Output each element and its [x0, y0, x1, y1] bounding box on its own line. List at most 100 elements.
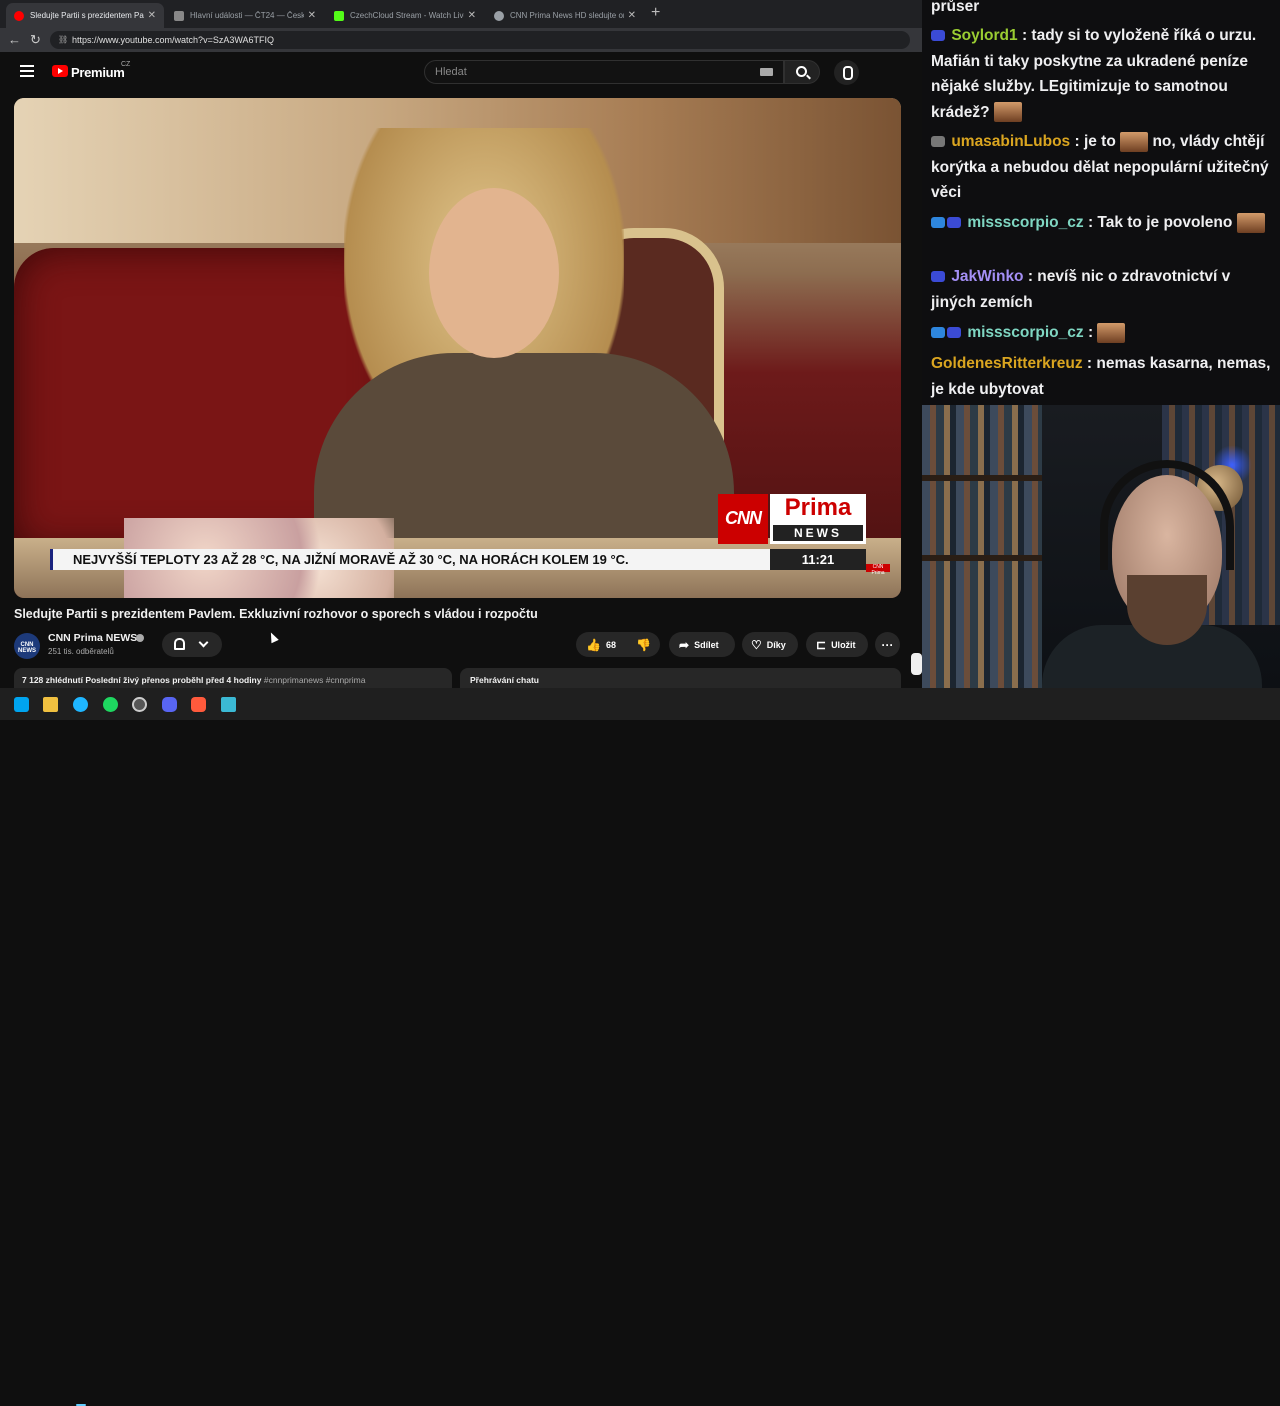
obs-icon[interactable] — [132, 697, 147, 712]
browser-window: Sledujte Partii s prezidentem Pavlem ✕ H… — [0, 0, 1207, 688]
subscriber-badge-icon — [931, 271, 945, 283]
share-icon: ➦ — [679, 637, 690, 652]
file-explorer-icon[interactable] — [43, 697, 58, 712]
save-button[interactable]: ⊏ Uložit — [806, 632, 868, 657]
scrollbar-thumb[interactable] — [911, 653, 922, 675]
channel-avatar[interactable]: CNN NEWS — [14, 633, 40, 659]
news-logo-text: NEWS — [773, 525, 863, 541]
close-tab-icon[interactable]: ✕ — [308, 10, 316, 21]
broadcast-clock: 11:21 — [770, 549, 866, 570]
new-tab-icon[interactable]: + — [651, 4, 660, 22]
corner-logo: CNN Prima — [866, 564, 890, 576]
menu-icon[interactable] — [20, 65, 34, 77]
subscriber-count: 251 tis. odběratelů — [48, 647, 114, 656]
address-bar[interactable]: ⛓ https://www.youtube.com/watch?v=SzA3WA… — [50, 31, 910, 49]
subscriber-badge-icon — [931, 30, 945, 42]
tab-title: CNN Prima News HD sledujte onl — [510, 11, 624, 20]
chevron-down-icon — [198, 637, 209, 648]
back-arrow-icon[interactable]: ← — [8, 32, 21, 47]
hashtags[interactable]: #cnnprimanews #cnnprima — [264, 675, 366, 685]
channel-name[interactable]: CNN Prima NEWS — [48, 632, 137, 644]
windows-start-icon[interactable] — [14, 697, 29, 712]
prima-news-logo: Prima NEWS — [770, 494, 866, 544]
chat-message: missscorpio_cz : Tak to je povoleno — [931, 210, 1271, 236]
close-tab-icon[interactable]: ✕ — [148, 10, 156, 21]
app-icon[interactable] — [191, 697, 206, 712]
thanks-label: Díky — [766, 639, 786, 650]
chat-username: GoldenesRitterkreuz — [931, 355, 1083, 372]
close-tab-icon[interactable]: ✕ — [468, 10, 476, 21]
webcam-feed — [922, 405, 1280, 688]
verified-icon — [136, 634, 144, 642]
tab-youtube[interactable]: Sledujte Partii s prezidentem Pavlem ✕ — [6, 3, 164, 28]
edge-icon[interactable] — [73, 697, 88, 712]
kick-favicon-icon — [334, 10, 344, 21]
prime-badge-icon — [931, 327, 945, 339]
bookshelf — [922, 405, 1042, 688]
stream-chat-overlay: průser Soylord1 : tady si to vyloženě ří… — [922, 0, 1280, 405]
mouse-cursor-icon — [267, 630, 279, 644]
subscription-bell-button[interactable] — [162, 632, 222, 657]
youtube-premium-logo[interactable]: Premium — [71, 65, 125, 80]
search-button[interactable] — [784, 60, 820, 84]
presenter-face — [429, 188, 559, 358]
search-input[interactable]: Hledat — [424, 60, 784, 84]
thumbs-down-icon: 👎 — [636, 637, 651, 652]
tab-cnn-prima[interactable]: CNN Prima News HD sledujte onl ✕ — [486, 3, 644, 28]
region-code: CZ — [121, 61, 131, 68]
more-icon: ··· — [881, 637, 894, 652]
save-label: Uložit — [831, 639, 856, 650]
site-info-icon[interactable]: ⛓ — [58, 35, 68, 44]
chat-text: : Tak to je povoleno — [1087, 214, 1233, 231]
news-ticker: NEJVYŠŠÍ TEPLOTY 23 AŽ 28 °C, NA JIŽNÍ M… — [50, 549, 770, 570]
thanks-icon: ♡ — [751, 637, 762, 652]
thanks-button[interactable]: ♡ Díky — [742, 632, 798, 657]
reload-icon[interactable]: ↻ — [30, 32, 41, 48]
ct24-favicon-icon — [174, 10, 184, 21]
voice-search-icon[interactable] — [834, 60, 859, 85]
share-label: Sdílet — [694, 639, 719, 650]
tab-title: CzechCloud Stream - Watch Live — [350, 11, 464, 20]
search-placeholder: Hledat — [435, 66, 467, 78]
chat-username: missscorpio_cz — [967, 214, 1084, 231]
tab-title: Sledujte Partii s prezidentem Pavlem — [30, 11, 144, 20]
discord-icon[interactable] — [162, 697, 177, 712]
video-player[interactable]: CNN Prima NEWS NEJVYŠŠÍ TEPLOTY 23 AŽ 28… — [14, 98, 901, 598]
like-button[interactable]: 👍 68 — [576, 638, 616, 652]
more-actions-button[interactable]: ··· — [875, 632, 900, 657]
chat-username: Soylord1 — [951, 27, 1018, 44]
tab-ct24[interactable]: Hlavní události — ČT24 — Česká ✕ — [166, 3, 324, 28]
notes-icon[interactable] — [221, 697, 236, 712]
chat-message: Soylord1 : tady si to vyloženě říká o ur… — [931, 23, 1271, 125]
emote-icon — [1236, 212, 1265, 233]
youtube-favicon-icon — [14, 10, 24, 21]
globe-favicon-icon — [494, 10, 504, 21]
youtube-header: Premium CZ Hledat — [0, 52, 922, 96]
keyboard-icon[interactable] — [760, 68, 773, 76]
share-button[interactable]: ➦ Sdílet — [669, 632, 735, 657]
youtube-logo-icon[interactable] — [52, 65, 68, 77]
prima-logo-text: Prima — [784, 494, 852, 521]
chat-message: průser — [931, 0, 1271, 20]
chat-message: umasabinLubos : je to no, vlády chtějí k… — [931, 129, 1271, 206]
tab-czechcloud[interactable]: CzechCloud Stream - Watch Live ✕ — [326, 3, 484, 28]
emote-icon — [1097, 322, 1126, 343]
like-count: 68 — [605, 639, 616, 650]
video-title: Sledujte Partii s prezidentem Pavlem. Ex… — [14, 607, 538, 621]
like-dislike-bar: 👍 68 👎 — [576, 632, 1207, 657]
description-box[interactable]: 7 128 zhlédnutí Poslední živý přenos pro… — [14, 668, 452, 688]
chat-replay-panel[interactable]: Přehrávání chatu — [460, 668, 901, 688]
bell-icon — [174, 638, 185, 650]
chat-message: GoldenesRitterkreuz : nemas kasarna, nem… — [931, 351, 1271, 402]
windows-taskbar — [0, 688, 1280, 1406]
dislike-button[interactable]: 👎 — [636, 638, 651, 652]
emote-icon — [993, 102, 1022, 123]
live-info: Poslední živý přenos proběhl před 4 hodi… — [85, 675, 262, 685]
view-count: 7 128 zhlédnutí — [22, 675, 83, 685]
address-toolbar: ← ↻ ⛓ https://www.youtube.com/watch?v=Sz… — [0, 28, 922, 52]
shelf-board — [922, 475, 1042, 481]
chat-username: umasabinLubos — [951, 133, 1071, 150]
chat-message: missscorpio_cz : — [931, 320, 1271, 346]
spotify-icon[interactable] — [103, 697, 118, 712]
close-tab-icon[interactable]: ✕ — [628, 10, 636, 21]
